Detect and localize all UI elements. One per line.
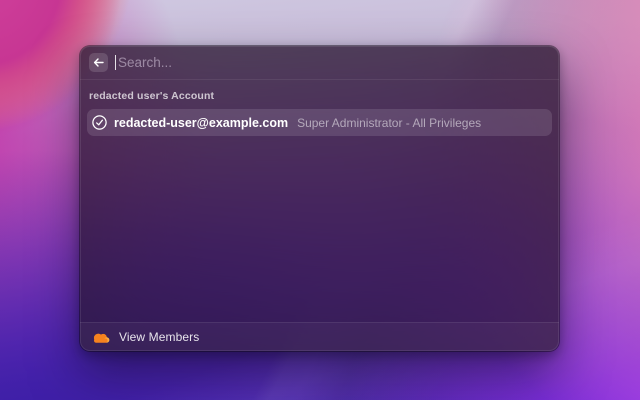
view-members-label: View Members — [119, 330, 200, 344]
cloudflare-cloud-icon — [92, 332, 110, 343]
checkmark-circle-icon — [92, 115, 107, 130]
search-input[interactable] — [116, 54, 550, 71]
account-row[interactable]: redacted-user@example.com Super Administ… — [87, 109, 552, 136]
search-bar — [80, 46, 559, 80]
account-email: redacted-user@example.com — [114, 115, 289, 130]
account-section-header: redacted user's Account — [89, 90, 215, 102]
back-button[interactable] — [89, 53, 108, 72]
view-members-button[interactable]: View Members — [80, 322, 559, 351]
account-role: Super Administrator - All Privileges — [297, 115, 482, 130]
account-switcher-window: redacted user's Account redacted-user@ex… — [80, 46, 559, 351]
back-arrow-icon — [93, 58, 104, 67]
account-list: redacted user's Account redacted-user@ex… — [80, 80, 559, 322]
